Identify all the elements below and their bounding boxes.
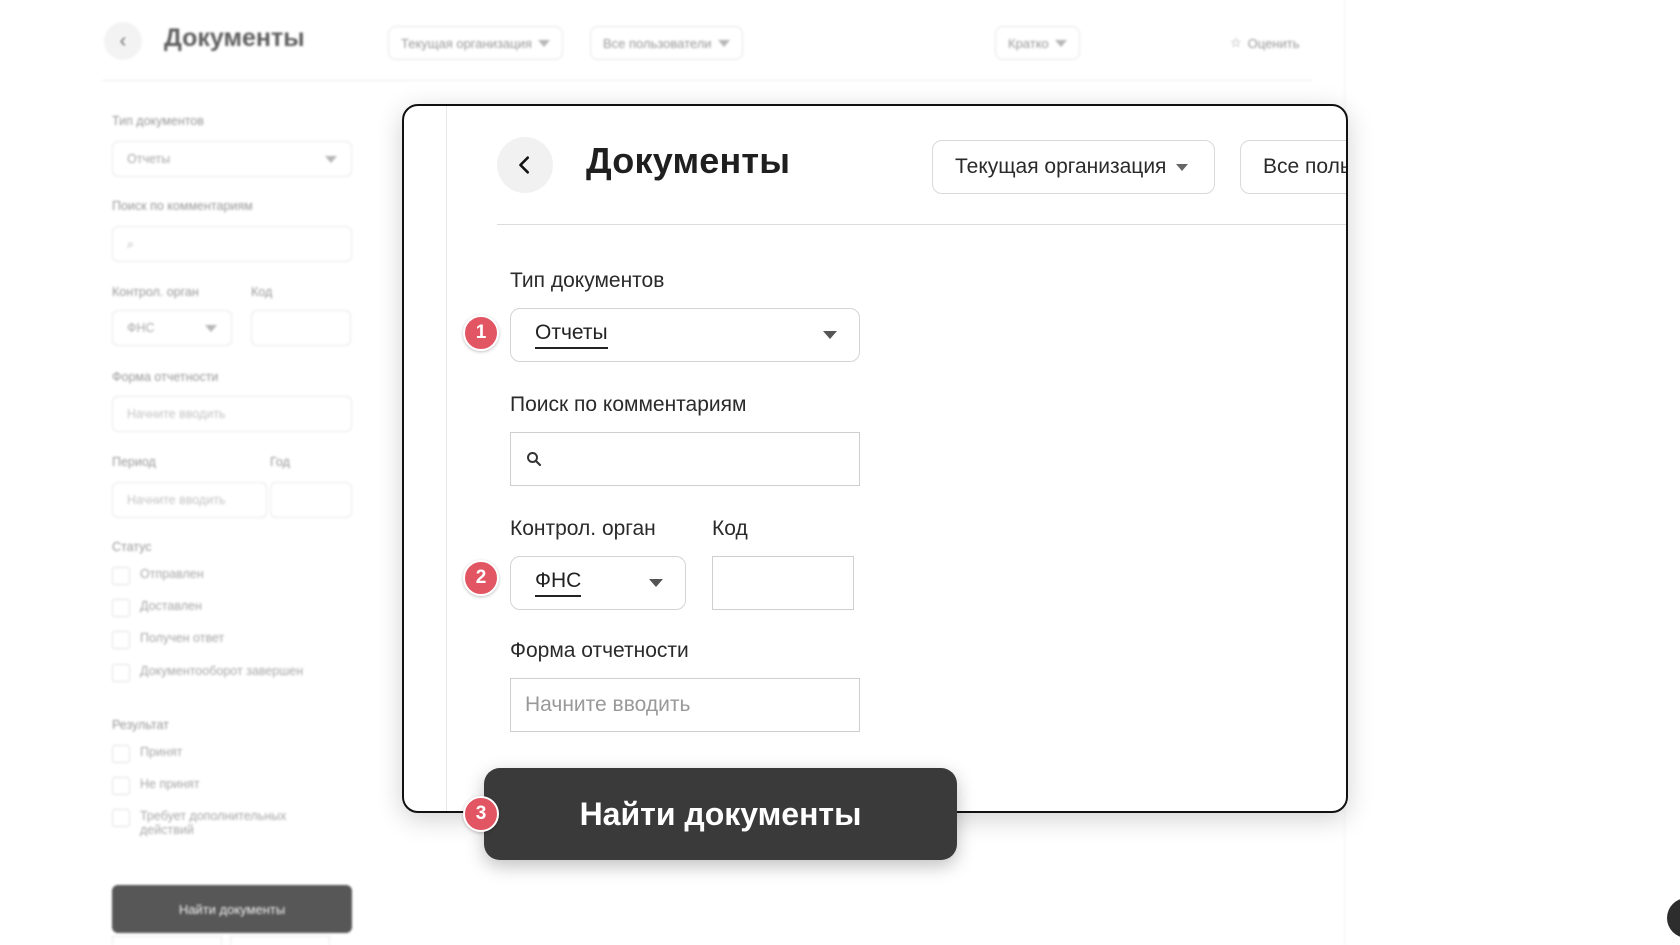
org-filter-label: Текущая организация [401,35,532,51]
cut-off-input [230,936,330,945]
star-icon: ☆ [1230,35,1242,50]
find-documents-button-background[interactable]: Найти документы [112,885,352,933]
header-divider [102,80,1312,81]
checkbox[interactable] [112,599,130,617]
users-filter-dropdown[interactable]: Все пользователи [590,26,743,60]
result-checkbox-rejected[interactable]: Не принят [112,777,352,795]
caret-down-icon [823,331,837,339]
checkbox-label: Отправлен [140,567,204,581]
rate-label: Оценить [1247,35,1300,51]
form-input[interactable]: Начните вводить [510,678,860,732]
find-documents-button[interactable]: Найти документы [484,768,957,860]
period-label: Период [112,455,156,469]
view-filter-dropdown[interactable]: Кратко [995,26,1080,60]
chevron-left-icon [519,156,530,174]
checkbox-label: Принят [140,745,183,759]
caret-down-icon [1176,163,1189,171]
users-filter-dropdown[interactable]: Все поль [1240,140,1348,194]
form-placeholder: Начните вводить [127,407,226,421]
checkbox-label: Доставлен [140,599,202,613]
control-body-value: ФНС [127,321,155,335]
result-checkbox-action-required[interactable]: Требует дополнительных действий [112,809,312,837]
status-label: Статус [112,540,152,554]
org-filter-dropdown[interactable]: Текущая организация [932,140,1215,194]
page-title: Документы [164,24,305,52]
result-checkbox-accepted[interactable]: Принят [112,745,352,763]
checkbox[interactable] [112,567,130,585]
back-button[interactable]: ‹ [104,22,142,60]
form-placeholder: Начните вводить [525,693,691,716]
checkbox-label: Получен ответ [140,631,225,645]
status-checkbox-completed[interactable]: Документооборот завершен [112,664,352,682]
step-badge-1: 1 [463,315,499,351]
search-icon [527,452,542,467]
comments-label: Поиск по комментариям [112,199,253,213]
back-button[interactable] [497,137,553,193]
doc-type-value: Отчеты [127,152,171,166]
doc-type-select[interactable]: Отчеты [112,141,352,177]
org-filter-label: Текущая организация [955,155,1167,178]
doc-type-label: Тип документов [510,269,665,292]
caret-down-icon [717,39,730,47]
status-checkbox-delivered[interactable]: Доставлен [112,599,352,617]
users-filter-label: Все пользователи [603,35,712,51]
sidebar-divider [446,106,447,811]
header-divider [497,224,1346,225]
caret-down-icon [205,324,217,332]
caret-down-icon [1054,39,1067,47]
form-input[interactable]: Начните вводить [112,396,352,432]
page-title: Документы [586,140,791,181]
rate-button[interactable]: ☆ Оценить [1218,26,1311,60]
search-icon: ⌕ [127,236,135,251]
code-input[interactable] [712,556,854,610]
checkbox[interactable] [112,745,130,763]
checkbox[interactable] [112,777,130,795]
status-checkbox-sent[interactable]: Отправлен [112,567,352,585]
caret-down-icon [649,579,663,587]
step-badge-3: 3 [463,796,499,832]
control-body-label: Контрол. орган [112,285,199,299]
form-label: Форма отчетности [112,370,219,384]
checkbox[interactable] [112,664,130,682]
cut-off-input [112,936,222,945]
year-input[interactable] [270,482,352,518]
caret-down-icon [325,155,337,163]
year-label: Год [270,455,290,469]
users-filter-label: Все поль [1263,155,1348,178]
step-badge-2: 2 [463,560,499,596]
code-input[interactable] [251,310,351,346]
checkbox-label: Требует дополнительных действий [140,809,287,837]
result-label: Результат [112,718,169,732]
doc-type-select[interactable]: Отчеты [510,308,860,362]
control-body-select[interactable]: ФНС [112,310,232,346]
chevron-left-icon: ‹ [119,29,127,52]
period-placeholder: Начните вводить [127,493,226,507]
checkbox[interactable] [112,631,130,649]
checkbox-label: Документооборот завершен [140,664,304,678]
checkbox[interactable] [112,809,130,827]
zoom-callout: Документы Текущая организация Все поль Т… [402,104,1348,813]
control-body-label: Контрол. орган [510,517,656,540]
doc-type-label: Тип документов [112,114,204,128]
control-body-select[interactable]: ФНС [510,556,686,610]
view-filter-label: Кратко [1008,35,1049,51]
comments-search-input[interactable] [510,432,860,486]
code-label: Код [712,517,748,540]
form-label: Форма отчетности [510,639,689,662]
doc-type-value: Отчеты [535,321,608,350]
control-body-value: ФНС [535,569,582,598]
checkbox-label: Не принят [140,777,200,791]
comments-label: Поиск по комментариям [510,393,747,416]
comments-search-input[interactable]: ⌕ [112,226,352,262]
floating-widget[interactable] [1667,898,1680,938]
period-input[interactable]: Начните вводить [112,482,267,518]
caret-down-icon [537,39,550,47]
org-filter-dropdown[interactable]: Текущая организация [388,26,563,60]
status-checkbox-answered[interactable]: Получен ответ [112,631,352,649]
code-label: Код [251,285,273,299]
